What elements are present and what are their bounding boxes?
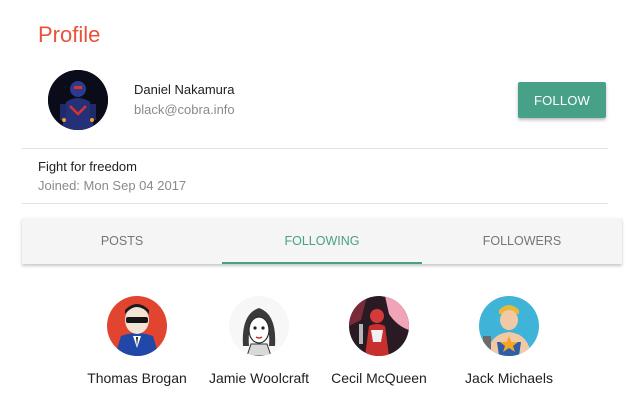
- joined-date: Joined: Mon Sep 04 2017: [38, 178, 187, 193]
- divider: [22, 203, 608, 204]
- user-avatar-image: [48, 70, 108, 130]
- tab-posts[interactable]: POSTS: [22, 218, 222, 264]
- avatar: [349, 296, 409, 356]
- user-bio: Fight for freedom: [38, 159, 137, 174]
- comic-man-sunglasses-image: [107, 296, 167, 356]
- avatar: [48, 70, 108, 130]
- avatar: [229, 296, 289, 356]
- tab-following[interactable]: FOLLOWING: [222, 218, 422, 264]
- followed-user[interactable]: Thomas Brogan: [72, 296, 202, 386]
- followed-user-name: Cecil McQueen: [331, 370, 427, 386]
- followed-user-name: Jack Michaels: [465, 370, 553, 386]
- tab-followers[interactable]: FOLLOWERS: [422, 218, 622, 264]
- comic-red-figure-image: [349, 296, 409, 356]
- following-list: Thomas Brogan Jamie Woolcraft Cecil McQu…: [72, 296, 572, 396]
- followed-user[interactable]: Jamie Woolcraft: [194, 296, 324, 386]
- followed-user-name: Jamie Woolcraft: [208, 370, 310, 386]
- comic-woman-sketch-image: [229, 296, 289, 356]
- user-email: black@cobra.info: [134, 102, 235, 117]
- followed-user[interactable]: Cecil McQueen: [314, 296, 444, 386]
- divider: [22, 148, 608, 149]
- avatar: [479, 296, 539, 356]
- profile-tabs: POSTS FOLLOWING FOLLOWERS: [22, 218, 622, 264]
- comic-hero-star-image: [479, 296, 539, 356]
- follow-button[interactable]: FOLLOW: [518, 82, 606, 118]
- user-name: Daniel Nakamura: [134, 82, 235, 97]
- followed-user-name: Thomas Brogan: [87, 370, 187, 386]
- page-title: Profile: [38, 22, 101, 47]
- followed-user[interactable]: Jack Michaels: [444, 296, 574, 386]
- avatar: [107, 296, 167, 356]
